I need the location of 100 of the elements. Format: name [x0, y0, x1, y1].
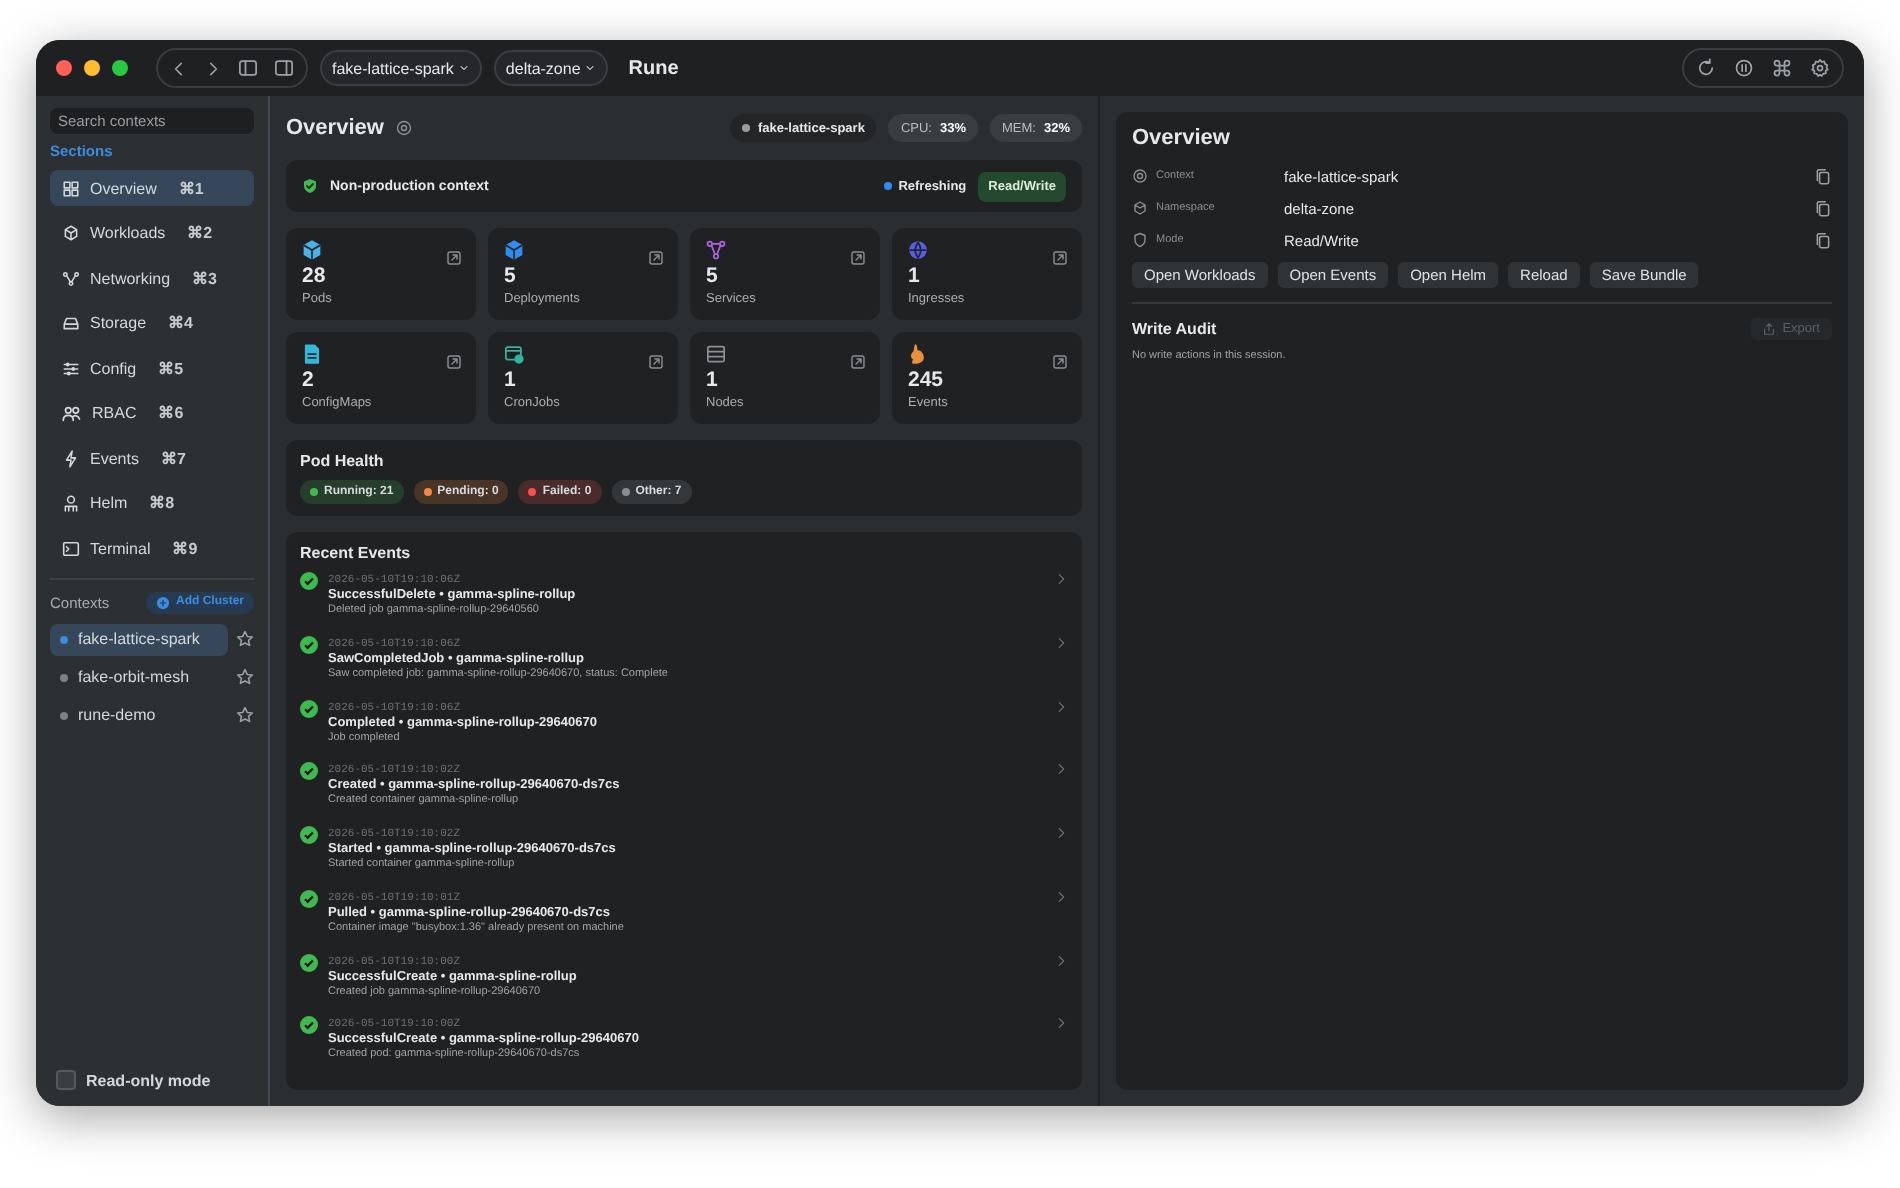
file-icon [302, 344, 322, 364]
sidebar-item[interactable]: Helm ⌘8 [50, 485, 254, 521]
copy-icon [1814, 199, 1832, 217]
sidebar-toggle[interactable] [238, 58, 258, 78]
section-title: Write Audit [1132, 320, 1217, 338]
chevron-right-icon [1054, 635, 1068, 650]
chevron-right-icon [1054, 826, 1068, 840]
calendar-clock-icon [504, 344, 524, 364]
refresh-icon [1696, 58, 1716, 78]
drive-icon [62, 314, 80, 332]
zoom-button[interactable] [112, 60, 128, 76]
sidebar-item[interactable]: RBAC ⌘6 [50, 395, 254, 431]
cube-icon [504, 240, 524, 260]
shield-check-icon [302, 178, 318, 194]
copy-button[interactable] [1814, 199, 1832, 217]
chevron-right-icon [1054, 699, 1068, 713]
info-circle-icon [395, 120, 412, 136]
share-icon [1762, 322, 1777, 336]
open-external-icon [648, 250, 664, 266]
copy-button[interactable] [1814, 231, 1832, 249]
chevron-right-icon [1054, 953, 1068, 967]
resource-count: 5 [504, 264, 518, 288]
open-external-icon [850, 354, 866, 370]
sliders-icon [62, 359, 80, 377]
context-item[interactable]: fake-lattice-spark [50, 623, 228, 655]
gear-icon [1132, 168, 1148, 184]
star-icon [236, 630, 254, 648]
plus-circle-icon [155, 595, 170, 609]
resource-count: 1 [504, 368, 518, 392]
chevron-left-icon [170, 59, 188, 77]
resource-count: 28 [302, 264, 328, 288]
context-item[interactable]: rune-demo [50, 699, 228, 731]
refresh-button[interactable] [1696, 58, 1716, 78]
resource-count: 245 [908, 368, 946, 392]
panel-title: Recent Events [300, 544, 413, 562]
chevron-down-icon [457, 62, 470, 74]
network-icon [62, 269, 80, 287]
checkbox-label: Read-only mode [86, 1071, 211, 1089]
resource-count: 2 [302, 368, 316, 392]
cube-icon [62, 224, 80, 242]
copy-button[interactable] [1814, 167, 1832, 185]
globe-icon [908, 240, 928, 260]
terminal-icon [62, 539, 80, 557]
star-button[interactable] [236, 630, 254, 648]
command-icon [1772, 58, 1792, 78]
network-icon [706, 240, 726, 260]
back-button[interactable] [170, 59, 188, 77]
settings-button[interactable] [1810, 58, 1830, 78]
window-title: Rune [628, 57, 679, 79]
copy-icon [1814, 167, 1832, 185]
open-external-icon [648, 354, 664, 370]
inspector-toggle[interactable] [274, 58, 294, 78]
cube-icon [1132, 200, 1148, 216]
sidebar-item[interactable]: Storage ⌘4 [50, 305, 254, 341]
page-title: Overview [286, 116, 384, 140]
resource-count: 1 [908, 264, 922, 288]
copy-icon [1814, 231, 1832, 249]
panel-title: Overview [1132, 126, 1232, 150]
chevron-right-icon [204, 59, 222, 77]
sidebar-right-icon [274, 58, 294, 78]
star-icon [236, 668, 254, 686]
resource-count: 5 [706, 264, 720, 288]
minimize-button[interactable] [84, 60, 100, 76]
context-picker[interactable]: fake-lattice-spark [320, 50, 482, 86]
chevron-right-icon [1054, 889, 1068, 904]
chevron-right-icon [1054, 572, 1068, 586]
pause-button[interactable] [1734, 58, 1754, 78]
resource-count: 1 [706, 368, 720, 392]
chevron-down-icon [584, 62, 597, 74]
forward-button[interactable] [204, 59, 222, 77]
open-external-icon [446, 354, 462, 370]
open-external-icon [850, 250, 866, 266]
open-external-icon [446, 250, 462, 266]
star-button[interactable] [236, 668, 254, 686]
open-external-icon [1052, 250, 1068, 266]
settings-icon [1810, 58, 1830, 78]
sidebar-item[interactable]: Terminal ⌘9 [50, 530, 254, 566]
panel-title: Pod Health [300, 452, 386, 470]
close-button[interactable] [56, 60, 72, 76]
sidebar-item[interactable]: Workloads ⌘2 [50, 215, 254, 251]
star-icon [236, 706, 254, 724]
open-external-icon [1052, 354, 1068, 370]
grid-icon [62, 179, 80, 197]
namespace-picker[interactable]: delta-zone [493, 50, 609, 86]
sidebar-left-icon [238, 58, 258, 78]
cube-icon [302, 240, 322, 260]
chevron-right-icon [1054, 762, 1068, 777]
command-button[interactable] [1772, 58, 1792, 78]
checkbox[interactable] [56, 1070, 76, 1090]
sidebar-item[interactable]: Overview ⌘1 [50, 170, 254, 206]
server-icon [706, 344, 726, 364]
chevron-right-icon [1054, 1016, 1068, 1031]
sidebar-item[interactable]: Config ⌘5 [50, 350, 254, 386]
users-icon [62, 403, 82, 423]
context-item[interactable]: fake-orbit-mesh [50, 661, 228, 693]
shield-icon [1132, 232, 1148, 248]
sidebar-item[interactable]: Events ⌘7 [50, 440, 254, 476]
bolt-icon [62, 449, 80, 467]
sidebar-item[interactable]: Networking ⌘3 [50, 260, 254, 296]
star-button[interactable] [236, 706, 254, 724]
